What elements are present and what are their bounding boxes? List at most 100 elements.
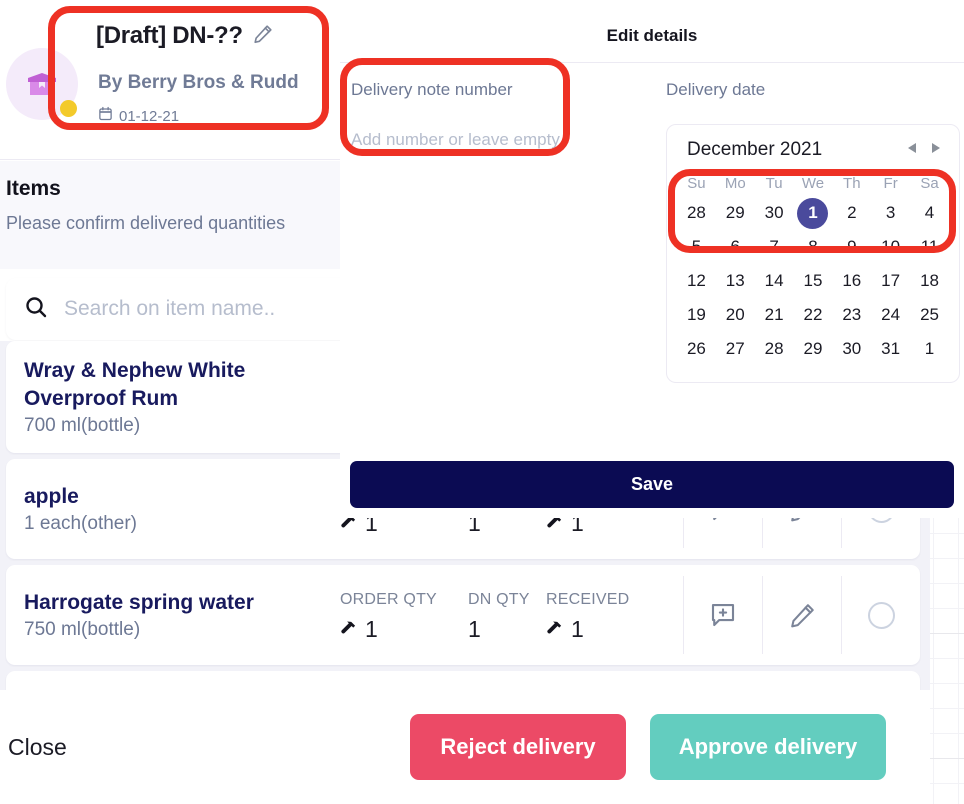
table-row[interactable]: Harrogate spring water 750 ml(bottle) OR… (6, 565, 920, 665)
delivery-date-label: Delivery date (666, 80, 766, 99)
item-size: 700 ml(bottle) (24, 415, 141, 437)
edit-details-modal: Edit details Delivery note number Add nu… (340, 0, 964, 518)
calendar-day[interactable]: 2 (832, 196, 871, 230)
delivery-note-number-input[interactable]: Add number or leave empty (351, 130, 651, 150)
calendar-nav (905, 141, 943, 160)
received-value: 1 (546, 616, 642, 643)
calendar-day[interactable]: 26 (677, 332, 716, 366)
item-info: apple 1 each(other) (6, 469, 340, 550)
calendar-day[interactable]: 29 (716, 196, 755, 230)
calendar-day[interactable]: 10 (871, 230, 910, 264)
status-dot (60, 100, 77, 117)
calendar-weekday: Su (687, 175, 706, 192)
item-name: Wray & Nephew White Overproof Rum (24, 358, 246, 410)
calendar-day[interactable]: 23 (832, 298, 871, 332)
calendar-day[interactable]: 11 (910, 230, 949, 264)
order-qty-number: 1 (365, 616, 378, 642)
calendar-day-selected-badge: 1 (797, 197, 829, 229)
calendar-month-year: December 2021 (687, 139, 823, 160)
pencil-icon[interactable] (252, 23, 274, 50)
calendar-day[interactable]: 1 (910, 332, 949, 366)
item-info: Wray & Nephew White Overproof Rum 700 ml… (6, 343, 340, 452)
delivery-note-title-row: [Draft] DN-?? (96, 22, 274, 50)
calendar-day[interactable]: 15 (794, 264, 833, 298)
dn-qty-value: 1 (468, 616, 481, 642)
row-actions (683, 576, 920, 654)
bottle-icon (546, 616, 563, 643)
order-qty-value: 1 (340, 616, 444, 643)
confirm-radio[interactable] (841, 576, 920, 654)
radio-circle-icon (867, 601, 895, 629)
footer-action-bar: Close Reject delivery Approve delivery (0, 690, 930, 804)
calendar-day[interactable]: 17 (871, 264, 910, 298)
calendar-day[interactable]: 21 (755, 298, 794, 332)
calendar-day[interactable]: 22 (794, 298, 833, 332)
calendar-weekday: Fr (883, 175, 898, 192)
delivery-note-header-card: [Draft] DN-?? By Berry Bros & Rudd 01-12… (0, 0, 340, 160)
order-qty-cell: ORDER QTY 1 (340, 591, 468, 643)
calendar-header: December 2021 (677, 139, 949, 169)
item-info: Harrogate spring water 750 ml(bottle) (6, 575, 340, 656)
calendar-day[interactable]: 13 (716, 264, 755, 298)
calendar-day[interactable]: 29 (794, 332, 833, 366)
calendar-day[interactable]: 25 (910, 298, 949, 332)
calendar-day[interactable]: 16 (832, 264, 871, 298)
calendar-day[interactable]: 5 (677, 230, 716, 264)
calendar-day[interactable]: 19 (677, 298, 716, 332)
calendar-day[interactable]: 28 (755, 332, 794, 366)
close-button[interactable]: Close (8, 734, 67, 761)
items-title: Items (6, 177, 61, 200)
reject-delivery-button[interactable]: Reject delivery (410, 714, 626, 780)
item-size: 1 each(other) (24, 513, 138, 535)
calendar-day[interactable]: 18 (910, 264, 949, 298)
calendar-day[interactable]: 12 (677, 264, 716, 298)
calendar-day[interactable]: 6 (716, 230, 755, 264)
date-picker-calendar: December 2021 Su Mo Tu We Th Fr Sa 28 29… (666, 124, 960, 383)
bottle-icon (340, 616, 357, 643)
calendar-day[interactable]: 9 (832, 230, 871, 264)
delivery-date-field: Delivery date December 2021 Su Mo Tu We … (666, 80, 960, 383)
supplier-name: By Berry Bros & Rudd (98, 72, 299, 93)
calendar-day[interactable]: 3 (871, 196, 910, 230)
calendar-day[interactable]: 31 (871, 332, 910, 366)
item-name: apple (24, 484, 79, 508)
calendar-day[interactable]: 27 (716, 332, 755, 366)
calendar-weekday: We (801, 175, 825, 192)
delivery-note-number-field: Delivery note number Add number or leave… (351, 80, 651, 150)
calendar-week-row: 12 13 14 15 16 17 18 (677, 264, 949, 298)
calendar-day[interactable]: 8 (794, 230, 833, 264)
calendar-week-row: 19 20 21 22 23 24 25 (677, 298, 949, 332)
calendar-day[interactable]: 30 (755, 196, 794, 230)
calendar-day[interactable]: 14 (755, 264, 794, 298)
delivery-note-number-label: Delivery note number (351, 80, 513, 99)
received-number: 1 (571, 616, 584, 642)
calendar-day[interactable]: 4 (910, 196, 949, 230)
calendar-day[interactable]: 20 (716, 298, 755, 332)
edit-row-pencil-icon[interactable] (762, 576, 841, 654)
calendar-weekday: Th (843, 175, 861, 192)
search-input[interactable]: Search on item name.. (6, 278, 340, 340)
calendar-week-row: 5 6 7 8 9 10 11 (677, 230, 949, 264)
calendar-day-selected[interactable]: 1 (794, 196, 833, 230)
calendar-weekday: Mo (724, 175, 746, 192)
page-title: [Draft] DN-?? (96, 22, 243, 49)
calendar-weekday-row: Su Mo Tu We Th Fr Sa (677, 169, 949, 196)
save-button[interactable]: Save (350, 461, 954, 508)
screen-root: [Draft] DN-?? By Berry Bros & Rudd 01-12… (0, 0, 964, 804)
search-placeholder: Search on item name.. (64, 297, 276, 320)
calendar-day[interactable]: 30 (832, 332, 871, 366)
calendar-week-row: 28 29 30 1 2 3 4 (677, 196, 949, 230)
dn-qty-label: DN QTY (468, 591, 530, 608)
calendar-day[interactable]: 24 (871, 298, 910, 332)
search-icon (24, 295, 48, 324)
calendar-icon (98, 106, 113, 126)
calendar-day[interactable]: 28 (677, 196, 716, 230)
approve-delivery-button[interactable]: Approve delivery (650, 714, 886, 780)
items-section-header: Items Please confirm delivered quantitie… (0, 161, 340, 269)
calendar-day[interactable]: 7 (755, 230, 794, 264)
table-row[interactable] (6, 671, 920, 690)
chevron-right-icon[interactable] (929, 141, 943, 160)
add-note-icon[interactable] (683, 576, 762, 654)
chevron-left-icon[interactable] (905, 141, 919, 160)
items-subtitle: Please confirm delivered quantities (6, 213, 286, 233)
